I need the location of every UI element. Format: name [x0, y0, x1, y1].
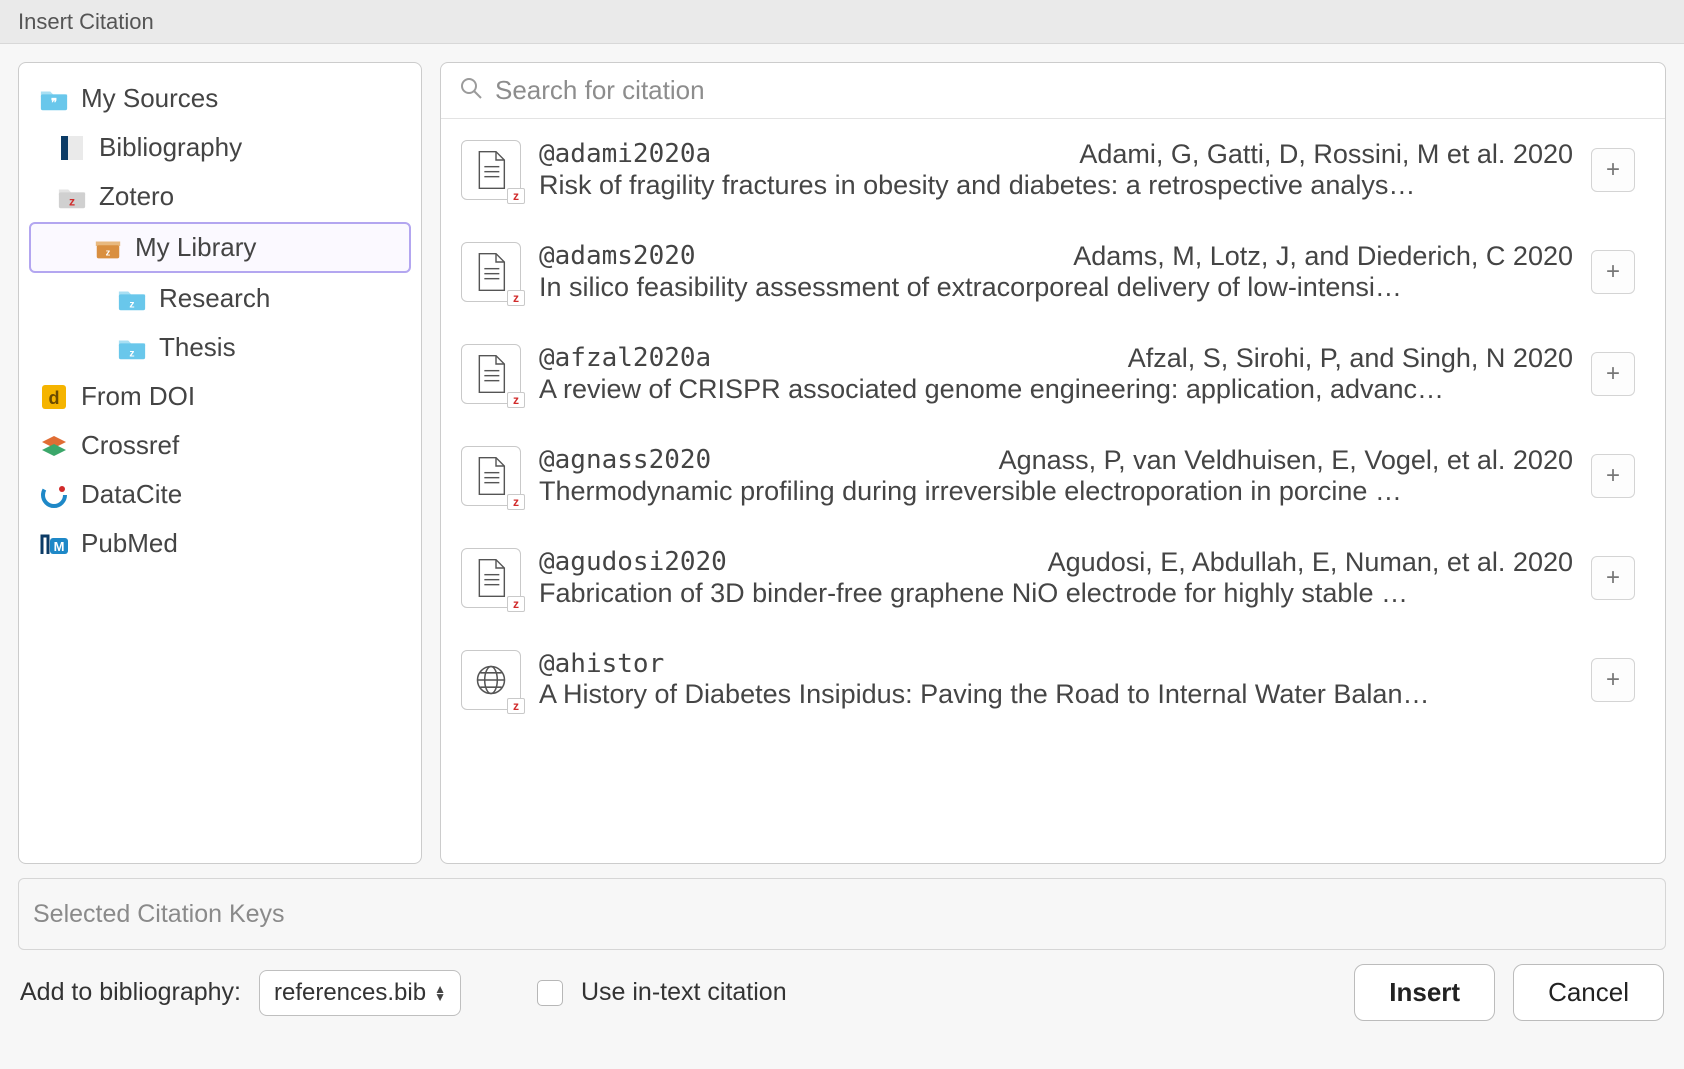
doc-icon: z [461, 344, 521, 404]
citekey: @adams2020 [539, 241, 696, 272]
result-title: In silico feasibility assessment of extr… [539, 272, 1499, 303]
citekey: @adami2020a [539, 139, 711, 170]
citekey: @agudosi2020 [539, 547, 727, 578]
crossref-icon [39, 432, 69, 460]
sidebar-item-thesis[interactable]: z Thesis [29, 324, 411, 371]
result-row[interactable]: z @agnass2020 Agnass, P, van Veldhuisen,… [441, 425, 1661, 527]
folder-quote-icon: ❞ [39, 85, 69, 113]
sidebar-label: PubMed [81, 528, 178, 559]
zotero-badge-icon: z [507, 596, 525, 612]
sidebar-label: Bibliography [99, 132, 242, 163]
search-input[interactable] [495, 75, 1647, 106]
add-citation-button[interactable]: + [1591, 250, 1635, 294]
citekey: @agnass2020 [539, 445, 711, 476]
footer-controls: Add to bibliography: references.bib ▲▼ U… [0, 950, 1684, 1021]
add-citation-button[interactable]: + [1591, 454, 1635, 498]
svg-text:d: d [49, 388, 60, 408]
result-row[interactable]: z @adami2020a Adami, G, Gatti, D, Rossin… [441, 119, 1661, 221]
add-citation-button[interactable]: + [1591, 658, 1635, 702]
bibliography-file-value: references.bib [274, 979, 426, 1007]
zotero-badge-icon: z [507, 290, 525, 306]
result-row[interactable]: z @ahistor A History of Diabetes Insipid… [441, 629, 1661, 730]
sidebar-item-zotero[interactable]: z Zotero [29, 173, 411, 220]
result-authors: Afzal, S, Sirohi, P, and Singh, N 2020 [1128, 343, 1573, 374]
add-citation-button[interactable]: + [1591, 352, 1635, 396]
zotero-badge-icon: z [507, 698, 525, 714]
sidebar-label: From DOI [81, 381, 195, 412]
svg-text:z: z [129, 299, 134, 310]
sidebar-label: Research [159, 283, 270, 314]
sidebar-item-from-doi[interactable]: d From DOI [29, 373, 411, 420]
folder-zotero-icon: z [57, 183, 87, 211]
source-sidebar: ❞ My Sources Bibliography z [18, 62, 422, 864]
cancel-button[interactable]: Cancel [1513, 964, 1664, 1021]
sidebar-item-bibliography[interactable]: Bibliography [29, 124, 411, 171]
doc-icon: z [461, 548, 521, 608]
zotero-badge-icon: z [507, 494, 525, 510]
result-authors: Adams, M, Lotz, J, and Diederich, C 2020 [1073, 241, 1573, 272]
result-title: A review of CRISPR associated genome eng… [539, 374, 1499, 405]
result-row[interactable]: z @adams2020 Adams, M, Lotz, J, and Died… [441, 221, 1661, 323]
add-citation-button[interactable]: + [1591, 148, 1635, 192]
result-authors: Agudosi, E, Abdullah, E, Numan, et al. 2… [1048, 547, 1573, 578]
results-list[interactable]: z @adami2020a Adami, G, Gatti, D, Rossin… [441, 119, 1665, 863]
doi-icon: d [39, 383, 69, 411]
sidebar-label: Crossref [81, 430, 179, 461]
sidebar-item-my-library[interactable]: z My Library [29, 222, 411, 273]
search-icon [459, 76, 483, 105]
add-citation-button[interactable]: + [1591, 556, 1635, 600]
zotero-badge-icon: z [507, 392, 525, 408]
result-authors: Adami, G, Gatti, D, Rossini, M et al. 20… [1079, 139, 1573, 170]
sidebar-item-crossref[interactable]: Crossref [29, 422, 411, 469]
add-to-bibliography-label: Add to bibliography: [20, 978, 241, 1007]
in-text-citation-checkbox[interactable] [537, 980, 563, 1006]
svg-text:z: z [69, 194, 75, 208]
sidebar-label: Zotero [99, 181, 174, 212]
book-icon [57, 134, 87, 162]
window-title: Insert Citation [18, 9, 154, 35]
result-authors: Agnass, P, van Veldhuisen, E, Vogel, et … [999, 445, 1573, 476]
doc-icon: z [461, 242, 521, 302]
pubmed-icon: M [39, 530, 69, 558]
in-text-citation-label: Use in-text citation [581, 978, 787, 1007]
svg-text:M: M [54, 539, 65, 554]
sidebar-label: Thesis [159, 332, 236, 363]
library-box-icon: z [93, 234, 123, 262]
result-title: A History of Diabetes Insipidus: Paving … [539, 679, 1499, 710]
result-title: Thermodynamic profiling during irreversi… [539, 476, 1499, 507]
svg-text:z: z [129, 348, 134, 359]
folder-icon: z [117, 334, 147, 362]
sidebar-item-research[interactable]: z Research [29, 275, 411, 322]
results-panel: z @adami2020a Adami, G, Gatti, D, Rossin… [440, 62, 1666, 864]
selected-keys-placeholder: Selected Citation Keys [33, 900, 285, 929]
sidebar-label: My Sources [81, 83, 218, 114]
sidebar-item-datacite[interactable]: DataCite [29, 471, 411, 518]
result-row[interactable]: z @afzal2020a Afzal, S, Sirohi, P, and S… [441, 323, 1661, 425]
citekey: @ahistor [539, 649, 664, 679]
result-title: Risk of fragility fractures in obesity a… [539, 170, 1499, 201]
sidebar-label: My Library [135, 232, 256, 263]
zotero-badge-icon: z [507, 188, 525, 204]
insert-button[interactable]: Insert [1354, 964, 1495, 1021]
bibliography-file-select[interactable]: references.bib ▲▼ [259, 970, 461, 1016]
doc-icon: z [461, 446, 521, 506]
globe-icon: z [461, 650, 521, 710]
sidebar-item-pubmed[interactable]: M PubMed [29, 520, 411, 567]
doc-icon: z [461, 140, 521, 200]
sidebar-item-my-sources[interactable]: ❞ My Sources [29, 75, 411, 122]
svg-text:❞: ❞ [51, 97, 57, 109]
citekey: @afzal2020a [539, 343, 711, 374]
result-title: Fabrication of 3D binder-free graphene N… [539, 578, 1499, 609]
select-chevron-icon: ▲▼ [434, 985, 446, 1001]
selected-citation-keys-field[interactable]: Selected Citation Keys [18, 878, 1666, 950]
sidebar-label: DataCite [81, 479, 182, 510]
datacite-icon [39, 481, 69, 509]
result-row[interactable]: z @agudosi2020 Agudosi, E, Abdullah, E, … [441, 527, 1661, 629]
folder-icon: z [117, 285, 147, 313]
window-title-bar: Insert Citation [0, 0, 1684, 44]
svg-text:z: z [106, 247, 111, 257]
